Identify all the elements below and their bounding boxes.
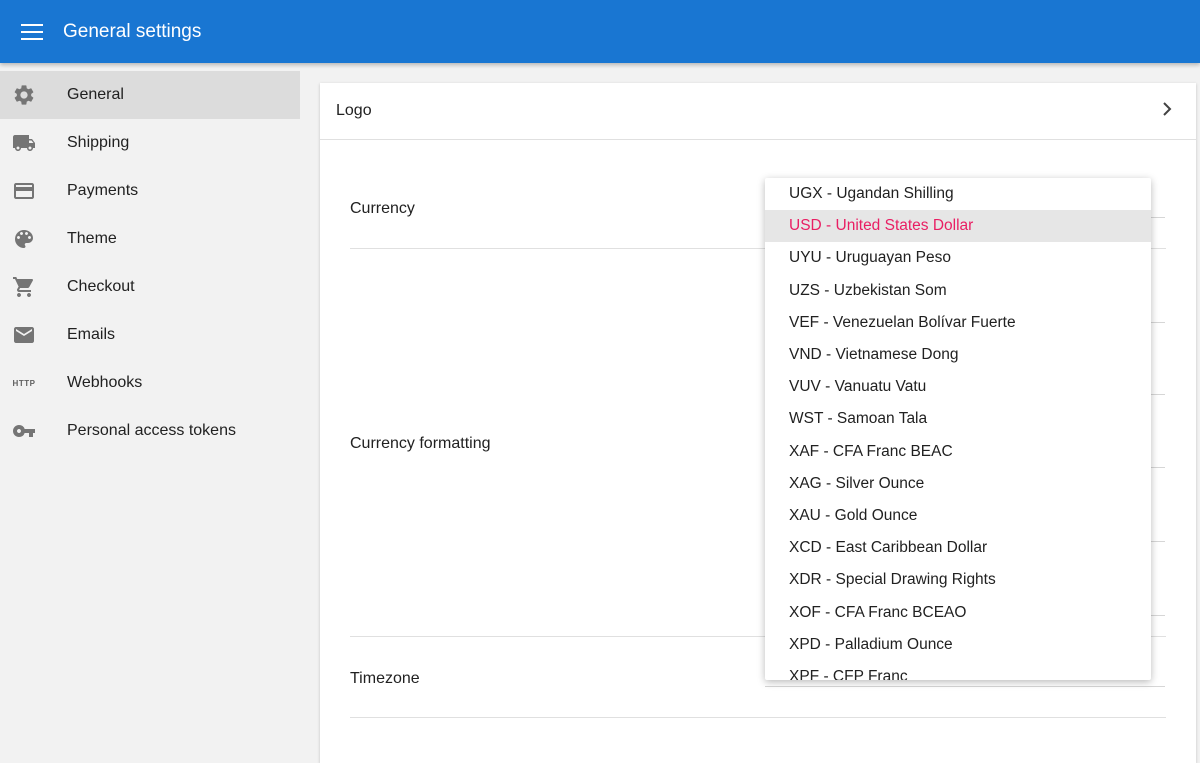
- gear-icon: [12, 83, 36, 107]
- currency-option[interactable]: XOF - CFA Franc BCEAO: [765, 596, 1151, 628]
- currency-option[interactable]: XAG - Silver Ounce: [765, 468, 1151, 500]
- hamburger-menu-icon[interactable]: [21, 23, 43, 40]
- sidebar-item-emails[interactable]: Emails: [0, 311, 300, 359]
- sidebar-item-general[interactable]: General: [0, 71, 300, 119]
- currency-option[interactable]: UZS - Uzbekistan Som: [765, 275, 1151, 307]
- cart-icon: [12, 275, 36, 299]
- currency-option[interactable]: VEF - Venezuelan Bolívar Fuerte: [765, 307, 1151, 339]
- truck-icon: [12, 131, 36, 155]
- sidebar-item-label: General: [67, 86, 124, 103]
- currency-formatting-label: Currency formatting: [350, 435, 491, 452]
- currency-option[interactable]: XPF - CFP Franc: [765, 661, 1151, 680]
- currency-option[interactable]: WST - Samoan Tala: [765, 403, 1151, 435]
- http-icon: HTTP: [12, 378, 36, 388]
- sidebar-item-personal-access-tokens[interactable]: Personal access tokens: [0, 407, 300, 455]
- sidebar-item-label: Checkout: [67, 278, 135, 295]
- currency-option[interactable]: XCD - East Caribbean Dollar: [765, 532, 1151, 564]
- sidebar-item-label: Theme: [67, 230, 117, 247]
- currency-option[interactable]: UYU - Uruguayan Peso: [765, 242, 1151, 274]
- sidebar-item-label: Personal access tokens: [67, 422, 236, 439]
- sidebar-item-webhooks[interactable]: HTTP Webhooks: [0, 359, 300, 407]
- timezone-label: Timezone: [350, 670, 420, 687]
- credit-card-icon: [12, 179, 36, 203]
- currency-option[interactable]: XPD - Palladium Ounce: [765, 629, 1151, 661]
- sidebar-item-label: Payments: [67, 182, 139, 199]
- logo-label: Logo: [336, 102, 372, 119]
- currency-option[interactable]: XDR - Special Drawing Rights: [765, 564, 1151, 596]
- mail-icon: [12, 323, 36, 347]
- sidebar-item-payments[interactable]: Payments: [0, 167, 300, 215]
- currency-option[interactable]: XAU - Gold Ounce: [765, 500, 1151, 532]
- currency-dropdown-menu[interactable]: UGX - Ugandan Shilling USD - United Stat…: [765, 178, 1151, 680]
- divider: [350, 717, 1166, 718]
- sidebar-item-shipping[interactable]: Shipping: [0, 119, 300, 167]
- logo-row[interactable]: Logo: [320, 83, 1196, 140]
- currency-option[interactable]: UGX - Ugandan Shilling: [765, 178, 1151, 210]
- currency-option[interactable]: XAF - CFA Franc BEAC: [765, 436, 1151, 468]
- sidebar-item-checkout[interactable]: Checkout: [0, 263, 300, 311]
- chevron-right-icon: [1162, 101, 1172, 121]
- page-title: General settings: [63, 20, 202, 42]
- currency-label: Currency: [350, 200, 415, 217]
- currency-option[interactable]: VUV - Vanuatu Vatu: [765, 371, 1151, 403]
- timezone-select-underline[interactable]: [765, 686, 1165, 687]
- sidebar: General Shipping Payments Theme Checkout…: [0, 63, 300, 742]
- palette-icon: [12, 227, 36, 251]
- app-bar: General settings: [0, 0, 1200, 63]
- sidebar-item-label: Webhooks: [67, 374, 143, 391]
- currency-option[interactable]: VND - Vietnamese Dong: [765, 339, 1151, 371]
- key-icon: [12, 419, 36, 443]
- currency-option-selected[interactable]: USD - United States Dollar: [765, 210, 1151, 243]
- sidebar-item-label: Emails: [67, 326, 116, 343]
- sidebar-item-label: Shipping: [67, 134, 130, 151]
- sidebar-item-theme[interactable]: Theme: [0, 215, 300, 263]
